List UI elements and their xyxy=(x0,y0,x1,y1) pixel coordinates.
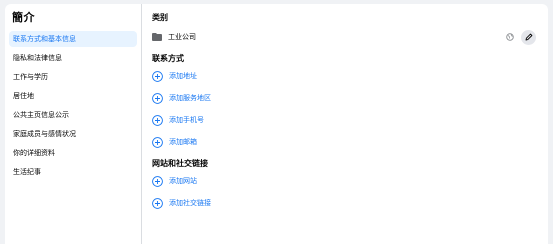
add-website-label: 添加网站 xyxy=(169,177,197,185)
add-social-link-label: 添加社交链接 xyxy=(169,199,211,207)
edit-category-button[interactable] xyxy=(521,29,536,45)
sidebar-title: 簡介 xyxy=(12,11,35,24)
add-email-label: 添加邮箱 xyxy=(169,138,197,146)
category-section-title: 类别 xyxy=(152,13,168,22)
add-address-label: 添加地址 xyxy=(169,72,197,80)
sidebar-item-life-events[interactable]: 生活纪事 xyxy=(9,164,137,180)
plus-circle-icon xyxy=(152,70,163,82)
sidebar-item-contact-basic-info[interactable]: 联系方式和基本信息 xyxy=(9,31,137,47)
main-content: 类别 工业公司 联系方式 添加地址 添加服务地区 添加手机号 添加邮箱 网站和社… xyxy=(142,4,548,244)
category-actions xyxy=(506,29,536,45)
sidebar-item-privacy-legal[interactable]: 隐私和法律信息 xyxy=(9,50,137,66)
sidebar-item-work-education[interactable]: 工作与学历 xyxy=(9,69,137,85)
add-phone-label: 添加手机号 xyxy=(169,116,204,124)
add-website-button[interactable]: 添加网站 xyxy=(152,175,538,187)
plus-circle-icon xyxy=(152,92,163,104)
sidebar-item-places-lived[interactable]: 居住地 xyxy=(9,88,137,104)
folder-icon xyxy=(152,33,162,41)
contact-section-title: 联系方式 xyxy=(152,54,184,63)
add-phone-button[interactable]: 添加手机号 xyxy=(152,114,538,126)
links-section-title: 网站和社交链接 xyxy=(152,159,208,168)
category-value: 工业公司 xyxy=(168,33,196,41)
add-service-area-button[interactable]: 添加服务地区 xyxy=(152,92,538,104)
category-row: 工业公司 xyxy=(152,29,538,45)
sidebar-item-family-relationships[interactable]: 家庭成员与感情状况 xyxy=(9,126,137,142)
plus-circle-icon xyxy=(152,114,163,126)
plus-circle-icon xyxy=(152,136,163,148)
add-service-area-label: 添加服务地区 xyxy=(169,94,211,102)
globe-icon[interactable] xyxy=(506,33,514,41)
plus-circle-icon xyxy=(152,175,163,187)
about-card: 簡介 联系方式和基本信息 隐私和法律信息 工作与学历 居住地 公共主页信息公示 … xyxy=(5,4,548,244)
sidebar-item-details[interactable]: 你的详细资料 xyxy=(9,145,137,161)
pencil-icon xyxy=(525,33,532,41)
sidebar-item-page-transparency[interactable]: 公共主页信息公示 xyxy=(9,107,137,123)
plus-circle-icon xyxy=(152,197,163,209)
add-address-button[interactable]: 添加地址 xyxy=(152,70,538,82)
add-social-link-button[interactable]: 添加社交链接 xyxy=(152,197,538,209)
add-email-button[interactable]: 添加邮箱 xyxy=(152,136,538,148)
sidebar: 簡介 联系方式和基本信息 隐私和法律信息 工作与学历 居住地 公共主页信息公示 … xyxy=(5,4,142,244)
